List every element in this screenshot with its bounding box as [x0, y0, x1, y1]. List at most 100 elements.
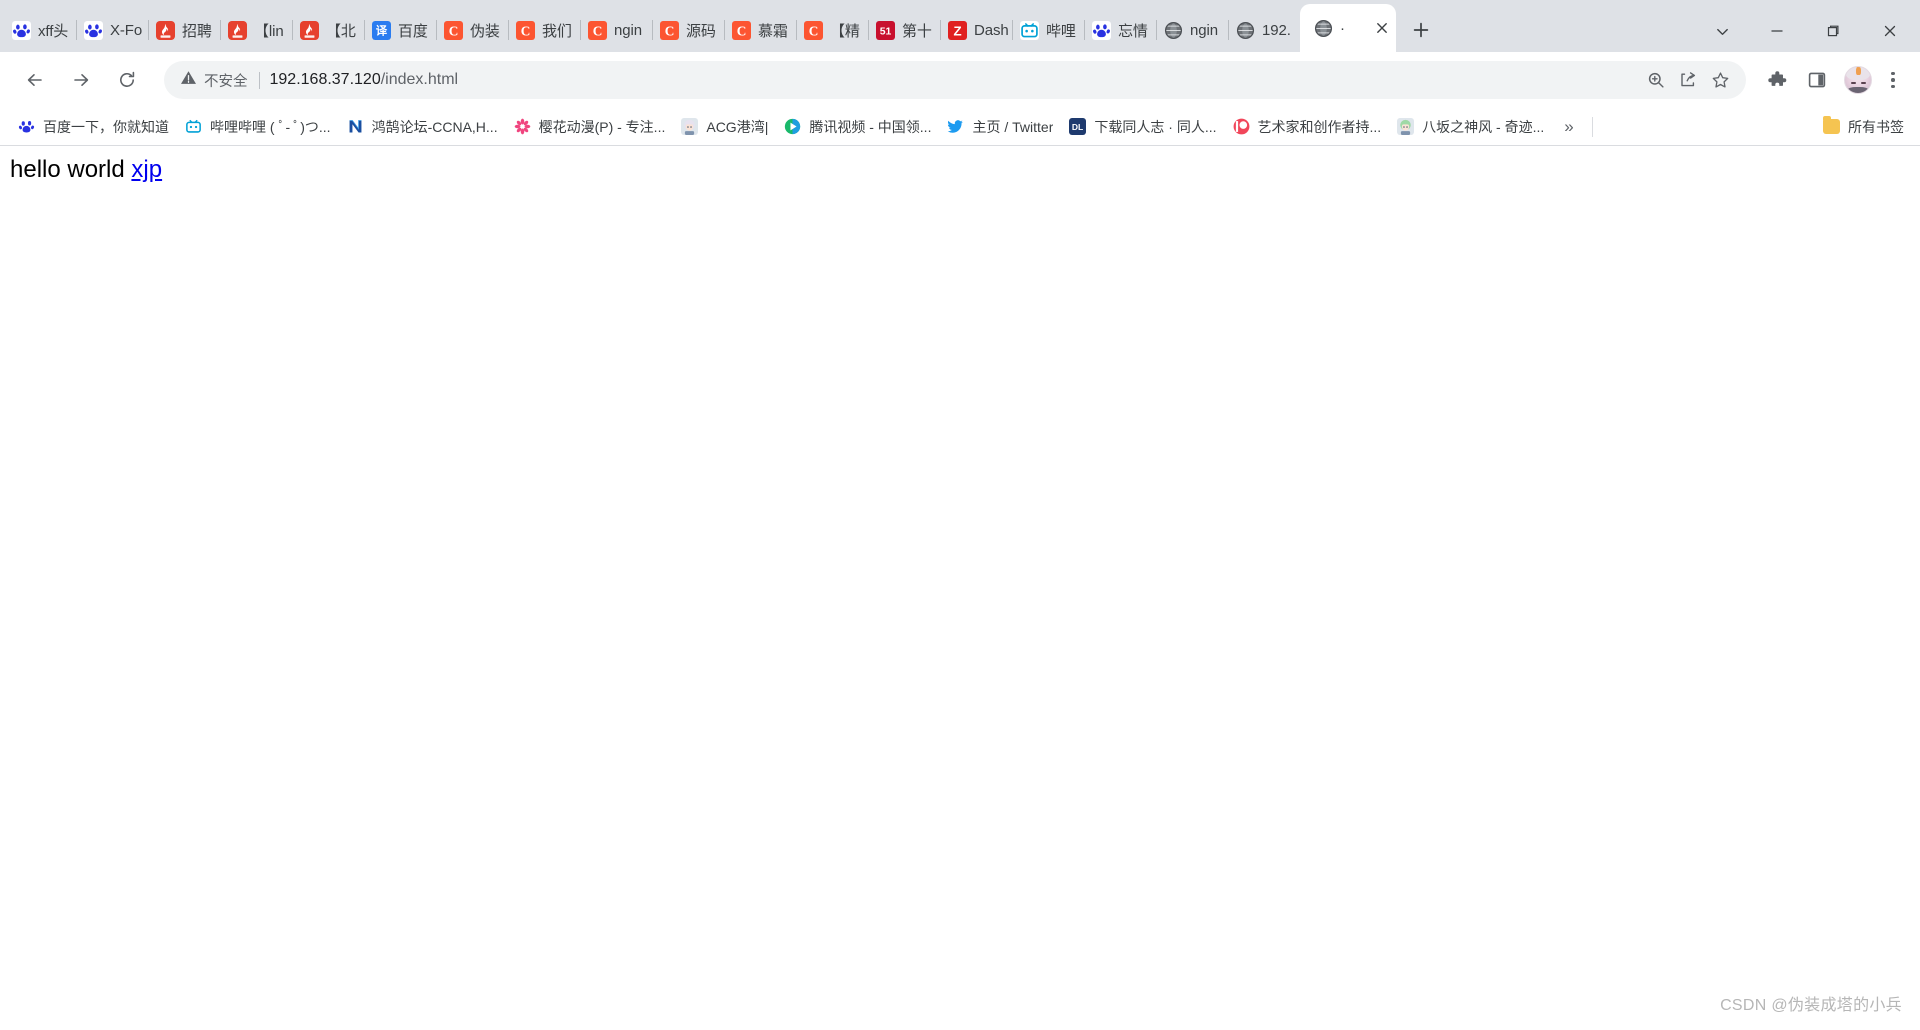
zoom-icon[interactable]	[1640, 64, 1672, 96]
csdn-icon: C	[588, 20, 607, 40]
tab-item[interactable]: xff头	[4, 8, 76, 52]
all-bookmarks-label: 所有书签	[1848, 118, 1904, 135]
tab-title: 忘情	[1118, 22, 1148, 40]
tab-title: ngin	[614, 21, 642, 39]
avatar-eye-left	[1851, 82, 1856, 84]
omnibox-actions	[1640, 64, 1740, 96]
svg-text:译: 译	[376, 23, 388, 37]
bookmark-item[interactable]: 腾讯视频 - 中国领...	[776, 113, 939, 141]
new-tab-button[interactable]	[1404, 13, 1438, 47]
bookmark-item[interactable]: DL 下载同人志 · 同人...	[1061, 113, 1224, 141]
tab-item[interactable]: C 【精	[796, 8, 868, 52]
bookmark-item[interactable]: 鸿鹄论坛-CCNA,H...	[339, 113, 506, 141]
tab-title: 哔哩	[1046, 22, 1076, 40]
bookmark-item[interactable]: 主页 / Twitter	[939, 113, 1061, 141]
star-icon[interactable]	[1704, 64, 1736, 96]
bookmarks-overflow-button[interactable]: »	[1552, 118, 1585, 135]
51cto-icon: 51	[876, 20, 895, 40]
bookmark-label: 艺术家和创作者持...	[1257, 118, 1382, 135]
tab-item[interactable]: 忘情	[1084, 8, 1156, 52]
avatar[interactable]	[1844, 66, 1872, 94]
tab-active[interactable]: ·	[1300, 4, 1396, 52]
tab-strip: xff头 X-Fo 招聘 【lin 【北译百度 C 伪装 C 我们 Cngin C 源码 C 慕霜 C 【精 5…	[0, 0, 1920, 52]
menu-dot	[1891, 84, 1895, 89]
twitter-icon	[947, 118, 964, 135]
tab-item[interactable]: ngin	[1156, 8, 1228, 52]
bookmark-item[interactable]: 艺术家和创作者持...	[1225, 113, 1390, 141]
tab-item[interactable]: 【lin	[220, 8, 292, 52]
tab-title: X-Fo	[110, 21, 143, 39]
tab-item[interactable]: 译百度	[364, 8, 436, 52]
not-secure-warning-icon	[180, 69, 197, 91]
patreon-icon	[1233, 118, 1250, 135]
tab-item[interactable]: 51 第十	[868, 8, 940, 52]
tab-title: 我们	[542, 22, 572, 40]
bookmark-item[interactable]: 百度一下，你就知道	[10, 113, 177, 141]
51job-icon	[156, 20, 175, 40]
tab-item[interactable]: Cngin	[580, 8, 652, 52]
tencent-video-icon	[784, 118, 801, 135]
tab-item[interactable]: C 源码	[652, 8, 724, 52]
tab-item[interactable]: 192.	[1228, 8, 1300, 52]
tab-item[interactable]: 【北	[292, 8, 364, 52]
side-panel-icon[interactable]	[1800, 63, 1834, 97]
menu-dot	[1891, 78, 1895, 82]
tab-close-icon[interactable]	[1372, 18, 1392, 38]
tab-item[interactable]: 招聘	[148, 8, 220, 52]
address-bar[interactable]: 不安全 192.168.37.120/index.html	[164, 61, 1746, 99]
baidu-icon	[12, 20, 31, 40]
back-button[interactable]	[17, 62, 53, 98]
tab-item[interactable]: C 慕霜	[724, 8, 796, 52]
bookmark-item[interactable]: 八坂之神风 - 奇迹...	[1389, 113, 1552, 141]
tab-item[interactable]: 哔哩	[1012, 8, 1084, 52]
xjp-link[interactable]: xjp	[131, 156, 162, 183]
51job-icon	[228, 20, 247, 40]
folder-icon	[1823, 116, 1840, 134]
svg-text:C: C	[737, 23, 747, 38]
share-icon[interactable]	[1672, 64, 1704, 96]
globe-icon	[1164, 21, 1183, 40]
browser-toolbar: 不安全 192.168.37.120/index.html	[0, 52, 1920, 108]
csdn-icon: C	[804, 20, 823, 40]
three-dot-menu-icon[interactable]	[1878, 63, 1908, 97]
reload-button[interactable]	[109, 62, 145, 98]
tab-title: 【北	[326, 22, 356, 40]
url-text[interactable]: 192.168.37.120/index.html	[270, 71, 459, 89]
bookmark-label: 八坂之神风 - 奇迹...	[1422, 118, 1545, 135]
acg-icon	[681, 118, 699, 135]
tab-title: xff头	[38, 22, 69, 40]
close-window-button[interactable]	[1866, 14, 1914, 48]
honghu-icon	[346, 118, 364, 135]
svg-text:51: 51	[880, 26, 892, 37]
tab-item[interactable]: Z Dash	[940, 8, 1012, 52]
tab-item[interactable]: C 我们	[508, 8, 580, 52]
svg-text:C: C	[665, 23, 675, 38]
svg-text:C: C	[593, 23, 603, 38]
zhihu-icon: Z	[948, 20, 967, 40]
page-viewport: hello world xjp CSDN @伪装成塔的小兵	[0, 146, 1920, 1029]
avatar-body	[1848, 87, 1868, 93]
bookmark-item[interactable]: 哔哩哔哩 ( ﾟ- ﾟ)つ...	[177, 113, 339, 141]
bilibili-icon	[1020, 20, 1039, 40]
minimize-button[interactable]	[1754, 14, 1800, 48]
baidu-icon	[1092, 20, 1111, 40]
bookmark-label: 下载同人志 · 同人...	[1094, 118, 1217, 135]
tabs-container: xff头 X-Fo 招聘 【lin 【北译百度 C 伪装 C 我们 Cngin C 源码 C 慕霜 C 【精 5…	[4, 4, 1396, 52]
forward-button[interactable]	[63, 62, 99, 98]
security-chip[interactable]: 不安全	[180, 69, 248, 91]
maximize-button[interactable]	[1810, 14, 1856, 48]
tab-title: 【精	[830, 22, 860, 40]
all-bookmarks-button[interactable]: 所有书签	[1815, 113, 1912, 141]
tab-title: 192.	[1262, 21, 1291, 39]
tab-title: Dash	[974, 21, 1008, 39]
bookmark-item[interactable]: 樱花动漫(P) - 专注...	[506, 113, 674, 141]
bookmark-label: ACG港湾|	[706, 118, 769, 135]
fanyi-icon: 译	[372, 20, 391, 40]
tab-item[interactable]: C 伪装	[436, 8, 508, 52]
tab-search-chevron-icon[interactable]	[1700, 14, 1744, 48]
tab-item[interactable]: X-Fo	[76, 8, 148, 52]
puzzle-icon[interactable]	[1760, 63, 1794, 97]
csdn-icon: C	[444, 20, 463, 40]
bookmark-item[interactable]: ACG港湾|	[673, 113, 776, 141]
avatar-tuft	[1856, 67, 1861, 75]
